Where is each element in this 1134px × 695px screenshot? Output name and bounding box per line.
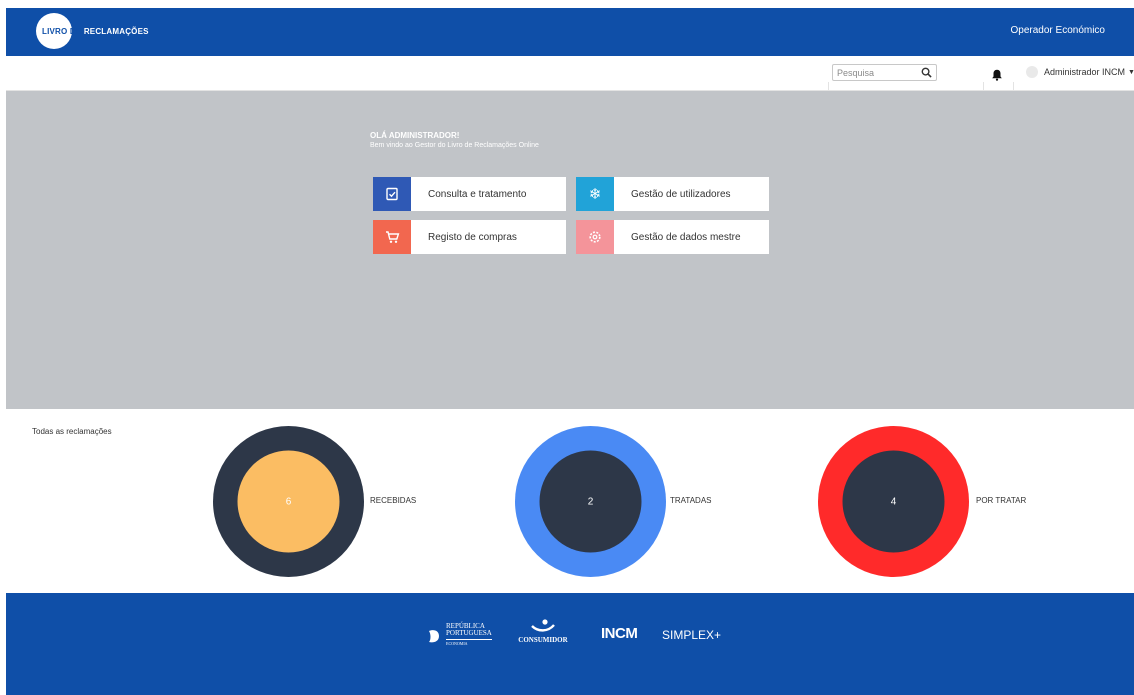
donut-value: 6	[285, 496, 292, 507]
search-box	[832, 64, 937, 81]
tile-gestao-dados-mestre[interactable]: Gestão de dados mestre	[576, 220, 769, 254]
simplex-logo[interactable]: SIMPLEX+	[662, 628, 721, 642]
file-check-icon	[373, 177, 411, 211]
greeting-title: OLÁ ADMINISTRADOR!	[370, 131, 460, 140]
republica-line2: PORTUGUESA	[446, 629, 492, 637]
donut-value: 4	[890, 496, 897, 507]
donut-tratadas[interactable]: 2	[515, 426, 666, 577]
republica-emblem-icon	[429, 629, 439, 642]
welcome-panel: OLÁ ADMINISTRADOR! Bem vindo ao Gestor d…	[6, 91, 1134, 409]
donut-recebidas[interactable]: 6	[213, 426, 364, 577]
operador-economico-link[interactable]: Operador Económico	[1011, 25, 1106, 36]
tile-consulta-tratamento[interactable]: Consulta e tratamento	[373, 177, 566, 211]
app-logo[interactable]: LIVRO DE RECLAMAÇÕES	[36, 13, 149, 49]
consumidor-text: CONSUMIDOR	[518, 636, 568, 644]
consumidor-logo[interactable]: CONSUMIDOR	[517, 619, 569, 644]
user-name: Administrador INCM	[1044, 67, 1126, 77]
tile-registo-compras[interactable]: Registo de compras	[373, 220, 566, 254]
tile-gestao-utilizadores[interactable]: ❄ Gestão de utilizadores	[576, 177, 769, 211]
donut-value: 2	[587, 496, 594, 507]
tile-label: Gestão de utilizadores	[631, 188, 731, 200]
tile-label: Consulta e tratamento	[428, 188, 527, 200]
gear-icon	[576, 220, 614, 254]
logo-text: LIVRO DE RECLAMAÇÕES	[42, 26, 149, 36]
welcome-text: Bem vindo ao Gestor do Livro de Reclamaç…	[370, 142, 539, 149]
snowflake-icon: ❄	[576, 177, 614, 211]
tile-label: Registo de compras	[428, 231, 517, 243]
footer: REPÚBLICA PORTUGUESA ECONOMIA CONSUMIDOR…	[6, 593, 1134, 695]
app-frame: LIVRO DE RECLAMAÇÕES Operador Económico …	[6, 8, 1134, 695]
consumidor-emblem-icon	[531, 619, 555, 632]
shopping-cart-icon	[373, 220, 411, 254]
stats-title: Todas as reclamações	[32, 427, 112, 436]
avatar	[1026, 66, 1038, 78]
republica-portuguesa-logo[interactable]: REPÚBLICA PORTUGUESA ECONOMIA	[426, 623, 492, 648]
donut-label: RECEBIDAS	[370, 496, 417, 505]
user-menu[interactable]: Administrador INCM ▼	[1026, 66, 1134, 78]
search-input[interactable]	[833, 65, 926, 80]
toolbar: Administrador INCM ▼	[6, 56, 1134, 92]
republica-line3: ECONOMIA	[446, 639, 492, 648]
bell-icon[interactable]	[991, 69, 1003, 81]
tile-label: Gestão de dados mestre	[631, 231, 741, 243]
chevron-down-icon: ▼	[1128, 68, 1134, 76]
donut-label: POR TRATAR	[976, 496, 1027, 505]
top-bar: LIVRO DE RECLAMAÇÕES Operador Económico	[6, 8, 1134, 56]
incm-logo[interactable]: INCM	[601, 625, 638, 642]
donut-label: TRATADAS	[670, 496, 712, 505]
search-icon[interactable]	[921, 67, 932, 78]
donut-por-tratar[interactable]: 4	[818, 426, 969, 577]
